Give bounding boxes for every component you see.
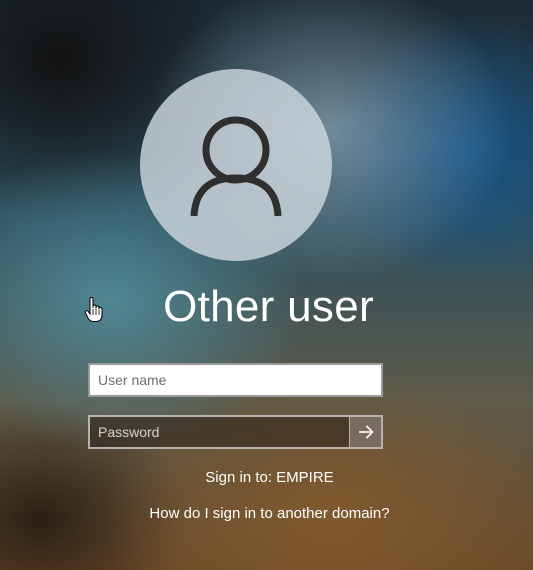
- password-input[interactable]: [90, 417, 352, 447]
- username-input[interactable]: [90, 365, 381, 395]
- user-avatar: [140, 69, 332, 261]
- username-field[interactable]: [88, 363, 383, 397]
- lock-screen: Other user Sign in to: EMPIRE How do I s…: [0, 0, 533, 570]
- submit-button[interactable]: [349, 417, 381, 447]
- sign-in-domain-label: Sign in to: EMPIRE: [205, 469, 334, 486]
- account-name-title: Other user: [163, 282, 374, 331]
- user-silhouette-icon: [190, 116, 282, 217]
- other-domain-link[interactable]: How do I sign in to another domain?: [0, 505, 533, 522]
- password-field[interactable]: [88, 415, 383, 449]
- arrow-right-icon: [358, 425, 374, 439]
